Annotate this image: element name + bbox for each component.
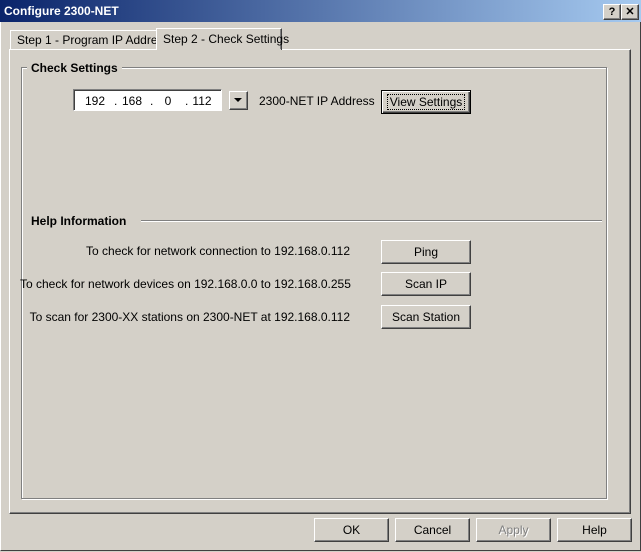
window-title: Configure 2300-NET xyxy=(4,4,119,18)
cancel-button[interactable]: Cancel xyxy=(395,518,470,542)
ping-button[interactable]: Ping xyxy=(381,240,471,264)
active-tab-joint xyxy=(157,49,281,51)
close-icon[interactable]: ✕ xyxy=(621,4,639,20)
apply-button[interactable]: Apply xyxy=(476,518,551,542)
ip-octet-4[interactable]: 112 xyxy=(187,94,217,108)
ip-address-label: 2300-NET IP Address xyxy=(259,94,375,108)
ping-description: To check for network connection to 192.1… xyxy=(86,244,350,258)
ip-octet-2[interactable]: 168 xyxy=(117,94,147,108)
scan-station-button[interactable]: Scan Station xyxy=(381,305,471,329)
check-settings-legend: Check Settings xyxy=(27,61,122,75)
scan-station-description: To scan for 2300-XX stations on 2300-NET… xyxy=(29,310,350,324)
ip-address-field[interactable]: 192 . 168 . 0 . 112 xyxy=(73,89,222,111)
title-bar[interactable]: Configure 2300-NET ? ✕ xyxy=(0,0,641,22)
ip-octet-3[interactable]: 0 xyxy=(153,94,183,108)
ip-octet-1[interactable]: 192 xyxy=(80,94,110,108)
ok-button[interactable]: OK xyxy=(314,518,389,542)
scan-ip-button[interactable]: Scan IP xyxy=(381,272,471,296)
help-icon[interactable]: ? xyxy=(603,4,621,20)
ip-dropdown-button[interactable] xyxy=(229,91,248,110)
view-settings-button[interactable]: View Settings xyxy=(381,90,471,114)
help-information-heading: Help Information xyxy=(27,214,131,228)
help-button[interactable]: Help xyxy=(557,518,632,542)
view-settings-label: View Settings xyxy=(386,94,466,110)
scan-ip-description: To check for network devices on 192.168.… xyxy=(20,277,351,291)
help-information-divider xyxy=(141,220,602,222)
tab-check-settings[interactable]: Step 2 - Check Settings xyxy=(156,28,289,50)
tab-program-ip-address[interactable]: Step 1 - Program IP Address xyxy=(10,30,170,50)
